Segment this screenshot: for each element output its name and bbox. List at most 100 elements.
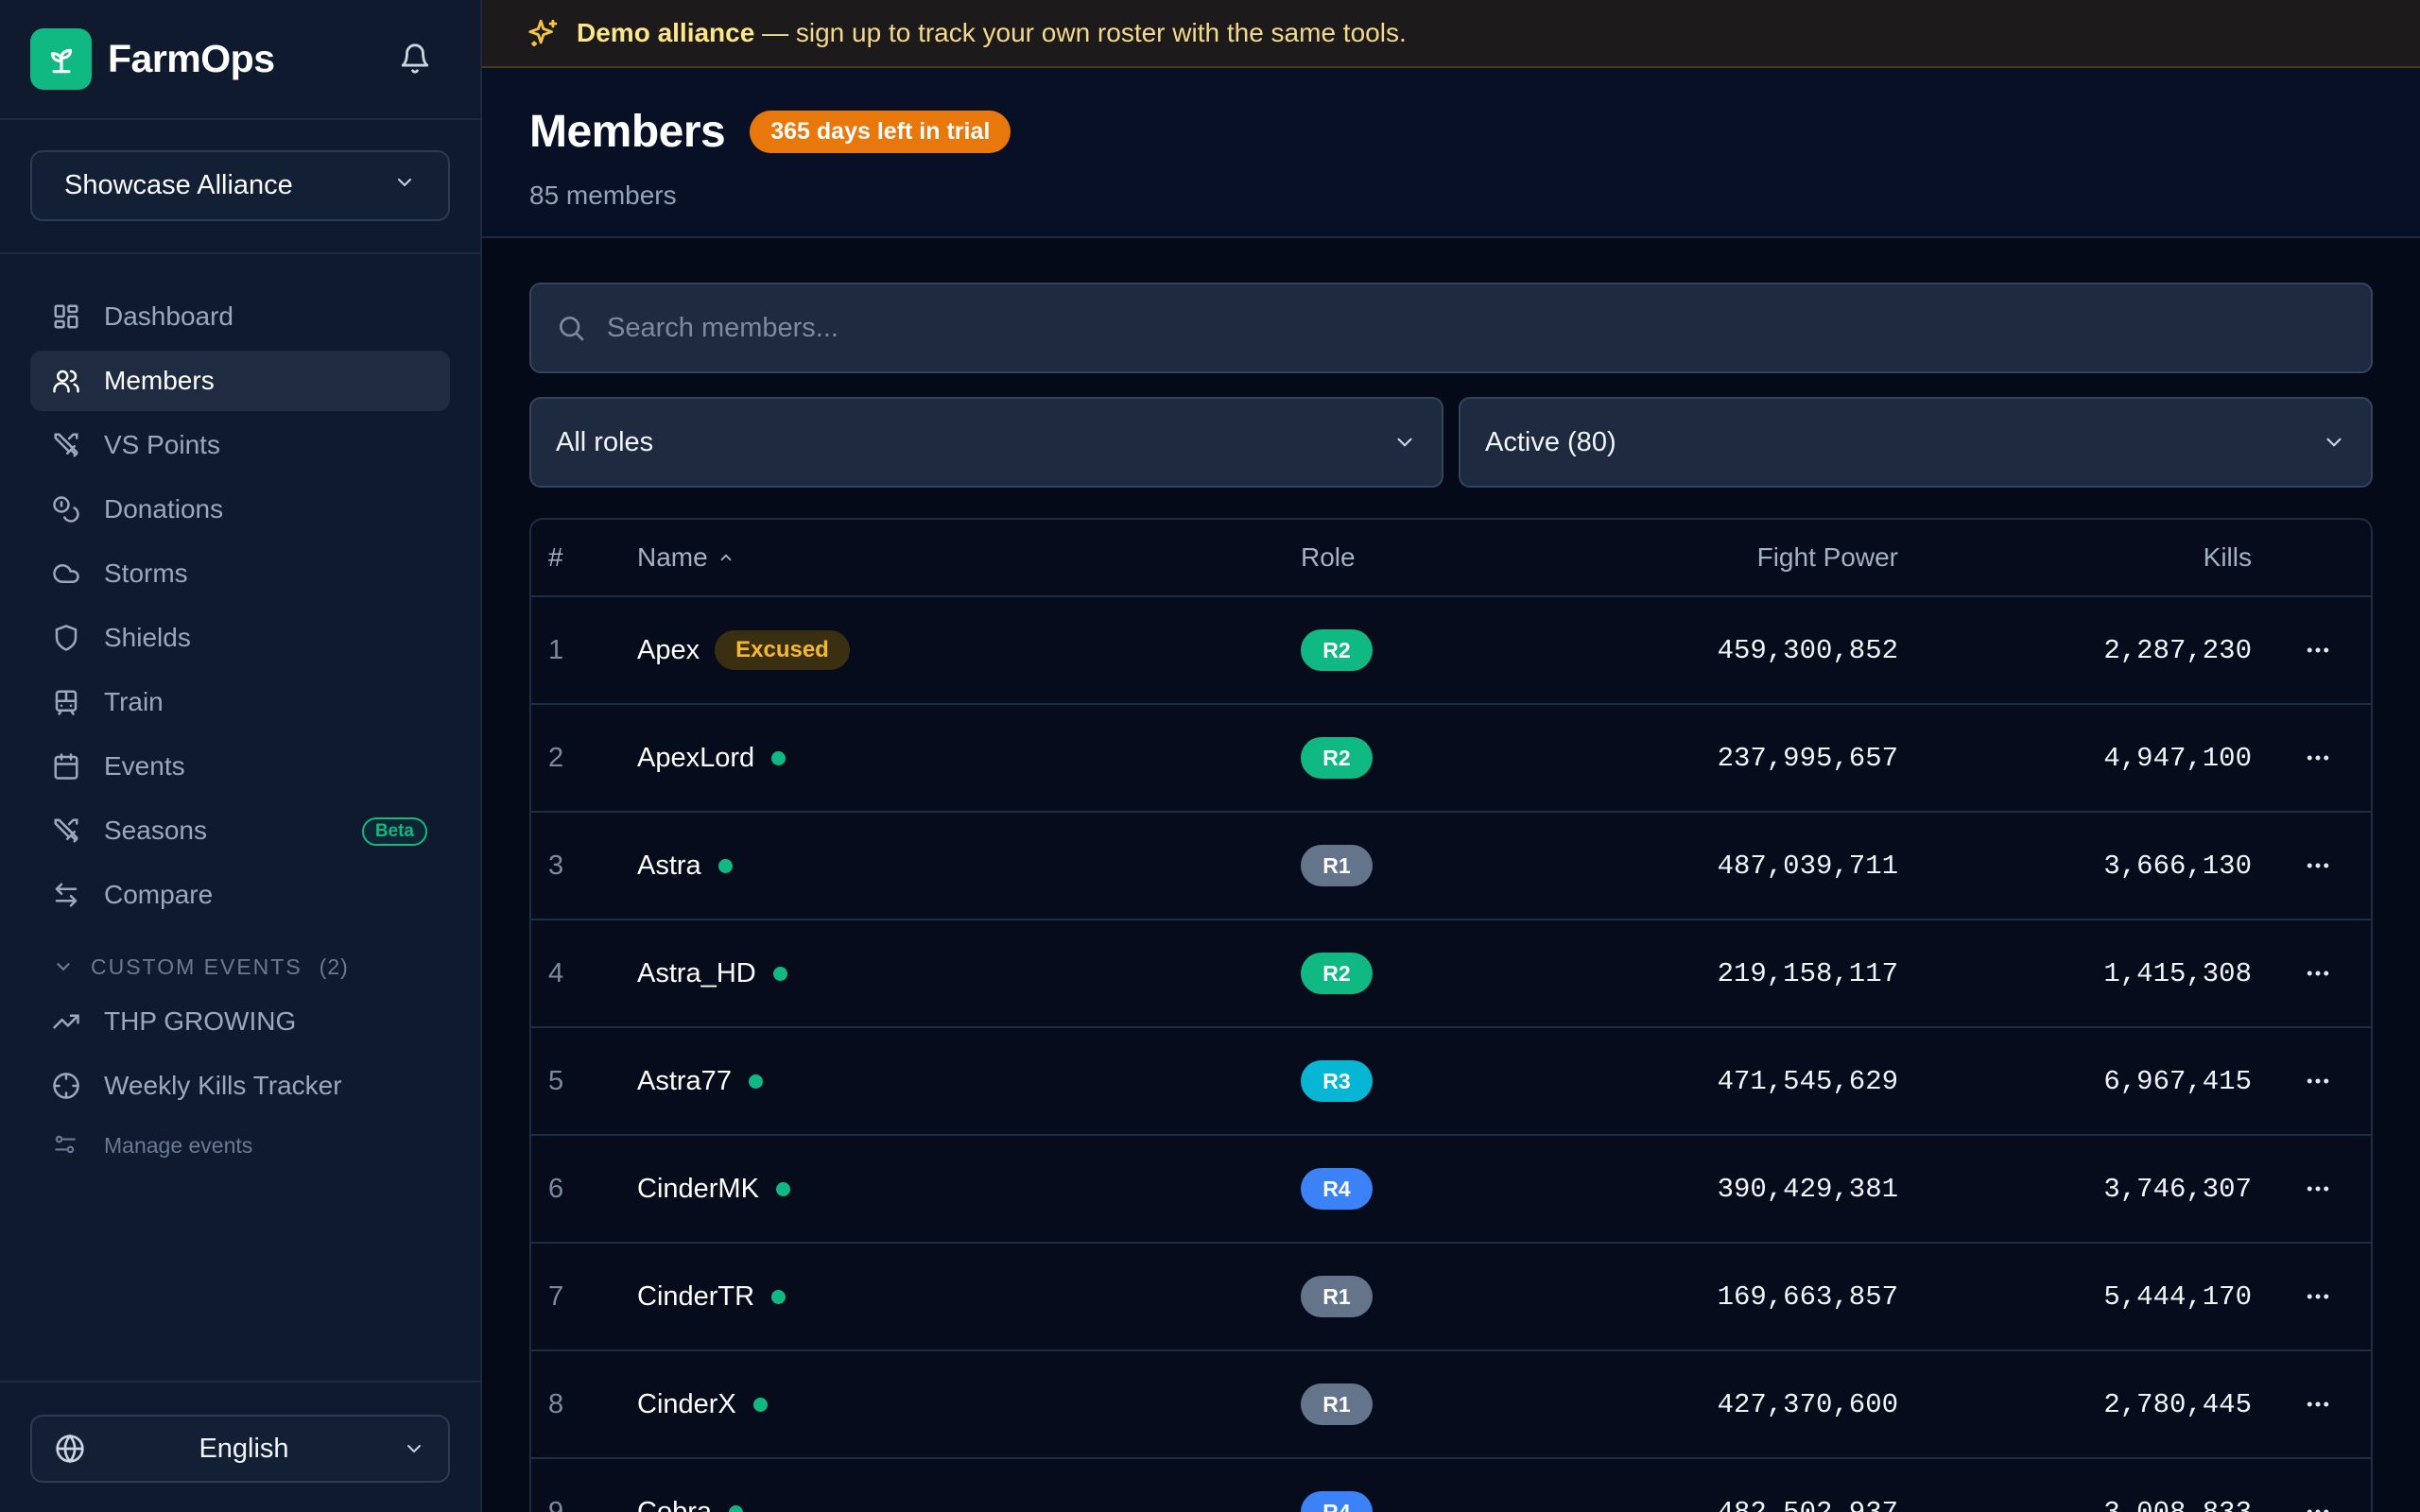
- member-name: CinderX: [637, 1388, 736, 1419]
- col-header-role[interactable]: Role: [1301, 542, 1356, 573]
- online-status-dot: [717, 858, 733, 873]
- more-horizontal-icon[interactable]: [2299, 1385, 2337, 1423]
- role-filter-value: All roles: [556, 426, 654, 457]
- table-row[interactable]: 9 Cobra R4 482,502,937 3,008,833: [531, 1459, 2371, 1512]
- kills: 4,947,100: [2103, 742, 2252, 774]
- nav-label: THP GROWING: [104, 1006, 297, 1036]
- nav-item-members[interactable]: Members: [30, 351, 450, 411]
- table-row[interactable]: 2 ApexLord R2 237,995,657 4,947,100: [531, 705, 2371, 813]
- more-horizontal-icon[interactable]: [2299, 847, 2337, 885]
- nav-item-dashboard[interactable]: Dashboard: [30, 286, 450, 347]
- more-horizontal-icon[interactable]: [2299, 1170, 2337, 1208]
- table-row[interactable]: 7 CinderTR R1 169,663,857 5,444,170: [531, 1244, 2371, 1351]
- more-horizontal-icon[interactable]: [2299, 631, 2337, 669]
- bell-icon[interactable]: [399, 42, 433, 77]
- manage-events-link[interactable]: Manage events: [30, 1120, 450, 1171]
- fight-power: 471,545,629: [1717, 1065, 1898, 1097]
- online-status-dot: [729, 1504, 743, 1512]
- chevron-down-icon: [403, 1437, 425, 1460]
- nav-label: Weekly Kills Tracker: [104, 1071, 342, 1100]
- custom-event-thp-growing[interactable]: THP GROWING: [30, 991, 450, 1052]
- fight-power: 487,039,711: [1717, 850, 1898, 882]
- table-row[interactable]: 6 CinderMK R4 390,429,381 3,746,307: [531, 1136, 2371, 1244]
- search-input[interactable]: [607, 312, 2346, 344]
- more-horizontal-icon[interactable]: [2299, 1062, 2337, 1100]
- status-filter-select[interactable]: Active (80): [1459, 397, 2373, 488]
- nav-label: VS Points: [104, 430, 220, 459]
- manage-events-label: Manage events: [104, 1132, 253, 1158]
- nav-item-vs-points[interactable]: VS Points: [30, 415, 450, 475]
- role-cell: R2: [1301, 737, 1373, 779]
- role-filter-select[interactable]: All roles: [529, 397, 1443, 488]
- member-name-cell[interactable]: CinderX: [637, 1389, 768, 1420]
- col-header-name[interactable]: Name: [637, 542, 735, 573]
- kills: 1,415,308: [2103, 957, 2252, 989]
- chevron-down-icon: [1392, 430, 1417, 455]
- role-badge: R2: [1301, 953, 1373, 994]
- more-horizontal-icon[interactable]: [2299, 739, 2337, 777]
- role-badge: R2: [1301, 629, 1373, 671]
- member-name-cell[interactable]: CinderMK: [637, 1174, 790, 1205]
- nav-item-storms[interactable]: Storms: [30, 543, 450, 604]
- table-row[interactable]: 3 Astra R1 487,039,711 3,666,130: [531, 813, 2371, 920]
- row-number: 8: [548, 1388, 564, 1419]
- member-name-cell[interactable]: ApexLord: [637, 743, 786, 774]
- table-row[interactable]: 4 Astra_HD R2 219,158,117 1,415,308: [531, 920, 2371, 1028]
- nav-label: Donations: [104, 494, 224, 524]
- train-icon: [51, 687, 81, 717]
- language-select[interactable]: English: [30, 1415, 450, 1483]
- member-name-cell[interactable]: CinderTR: [637, 1281, 786, 1313]
- main-nav: Dashboard Members VS Points Donations St…: [0, 254, 480, 1171]
- nav-item-seasons[interactable]: Seasons Beta: [30, 800, 450, 861]
- kills: 3,746,307: [2103, 1173, 2252, 1205]
- kills: 3,666,130: [2103, 850, 2252, 882]
- nav-item-shields[interactable]: Shields: [30, 608, 450, 668]
- nav-item-compare[interactable]: Compare: [30, 865, 450, 925]
- page-title: Members: [529, 107, 726, 157]
- calendar-icon: [51, 751, 81, 782]
- custom-event-weekly-kills[interactable]: Weekly Kills Tracker: [30, 1056, 450, 1116]
- role-cell: R4: [1301, 1491, 1373, 1512]
- dashboard-icon: [51, 301, 81, 332]
- search-icon: [556, 313, 586, 343]
- fight-power: 219,158,117: [1717, 957, 1898, 989]
- language-section: English: [0, 1381, 480, 1512]
- member-name: Cobra: [637, 1496, 712, 1512]
- table-row[interactable]: 8 CinderX R1 427,370,600 2,780,445: [531, 1351, 2371, 1459]
- nav-item-train[interactable]: Train: [30, 672, 450, 732]
- member-name-cell[interactable]: Apex Excused: [637, 630, 850, 670]
- fight-power: 482,502,937: [1717, 1496, 1898, 1512]
- alliance-section: Showcase Alliance: [0, 120, 480, 254]
- member-name-cell[interactable]: Astra: [637, 850, 733, 882]
- search-box[interactable]: [529, 283, 2373, 373]
- custom-events-toggle[interactable]: CUSTOM EVENTS (2): [30, 942, 450, 991]
- col-header-fight-power[interactable]: Fight Power: [1757, 542, 1898, 573]
- member-name-cell[interactable]: Astra_HD: [637, 958, 787, 989]
- nav-item-events[interactable]: Events: [30, 736, 450, 797]
- member-name-cell[interactable]: Cobra: [637, 1497, 743, 1512]
- col-header-kills[interactable]: Kills: [2204, 542, 2252, 573]
- fight-power: 390,429,381: [1717, 1173, 1898, 1205]
- more-horizontal-icon[interactable]: [2299, 1278, 2337, 1315]
- beta-badge: Beta: [361, 817, 427, 846]
- app-name: FarmOps: [108, 37, 275, 80]
- more-horizontal-icon[interactable]: [2299, 954, 2337, 992]
- role-badge: R3: [1301, 1060, 1373, 1102]
- member-name: Astra: [637, 850, 701, 881]
- member-name: CinderMK: [637, 1173, 759, 1204]
- custom-events-heading: CUSTOM EVENTS: [91, 954, 302, 979]
- kills: 2,287,230: [2103, 634, 2252, 666]
- table-row[interactable]: 1 Apex Excused R2 459,300,852 2,287,230: [531, 597, 2371, 705]
- excused-badge: Excused: [715, 630, 850, 670]
- member-name-cell[interactable]: Astra77: [637, 1066, 763, 1097]
- alliance-select[interactable]: Showcase Alliance: [30, 150, 450, 221]
- brand-header: FarmOps: [0, 0, 480, 120]
- role-cell: R1: [1301, 1383, 1373, 1425]
- users-icon: [51, 366, 81, 396]
- more-horizontal-icon[interactable]: [2299, 1493, 2337, 1512]
- row-number: 6: [548, 1173, 564, 1204]
- kills: 6,967,415: [2103, 1065, 2252, 1097]
- online-status-dot: [752, 1397, 768, 1412]
- nav-item-donations[interactable]: Donations: [30, 479, 450, 540]
- table-row[interactable]: 5 Astra77 R3 471,545,629 6,967,415: [531, 1028, 2371, 1136]
